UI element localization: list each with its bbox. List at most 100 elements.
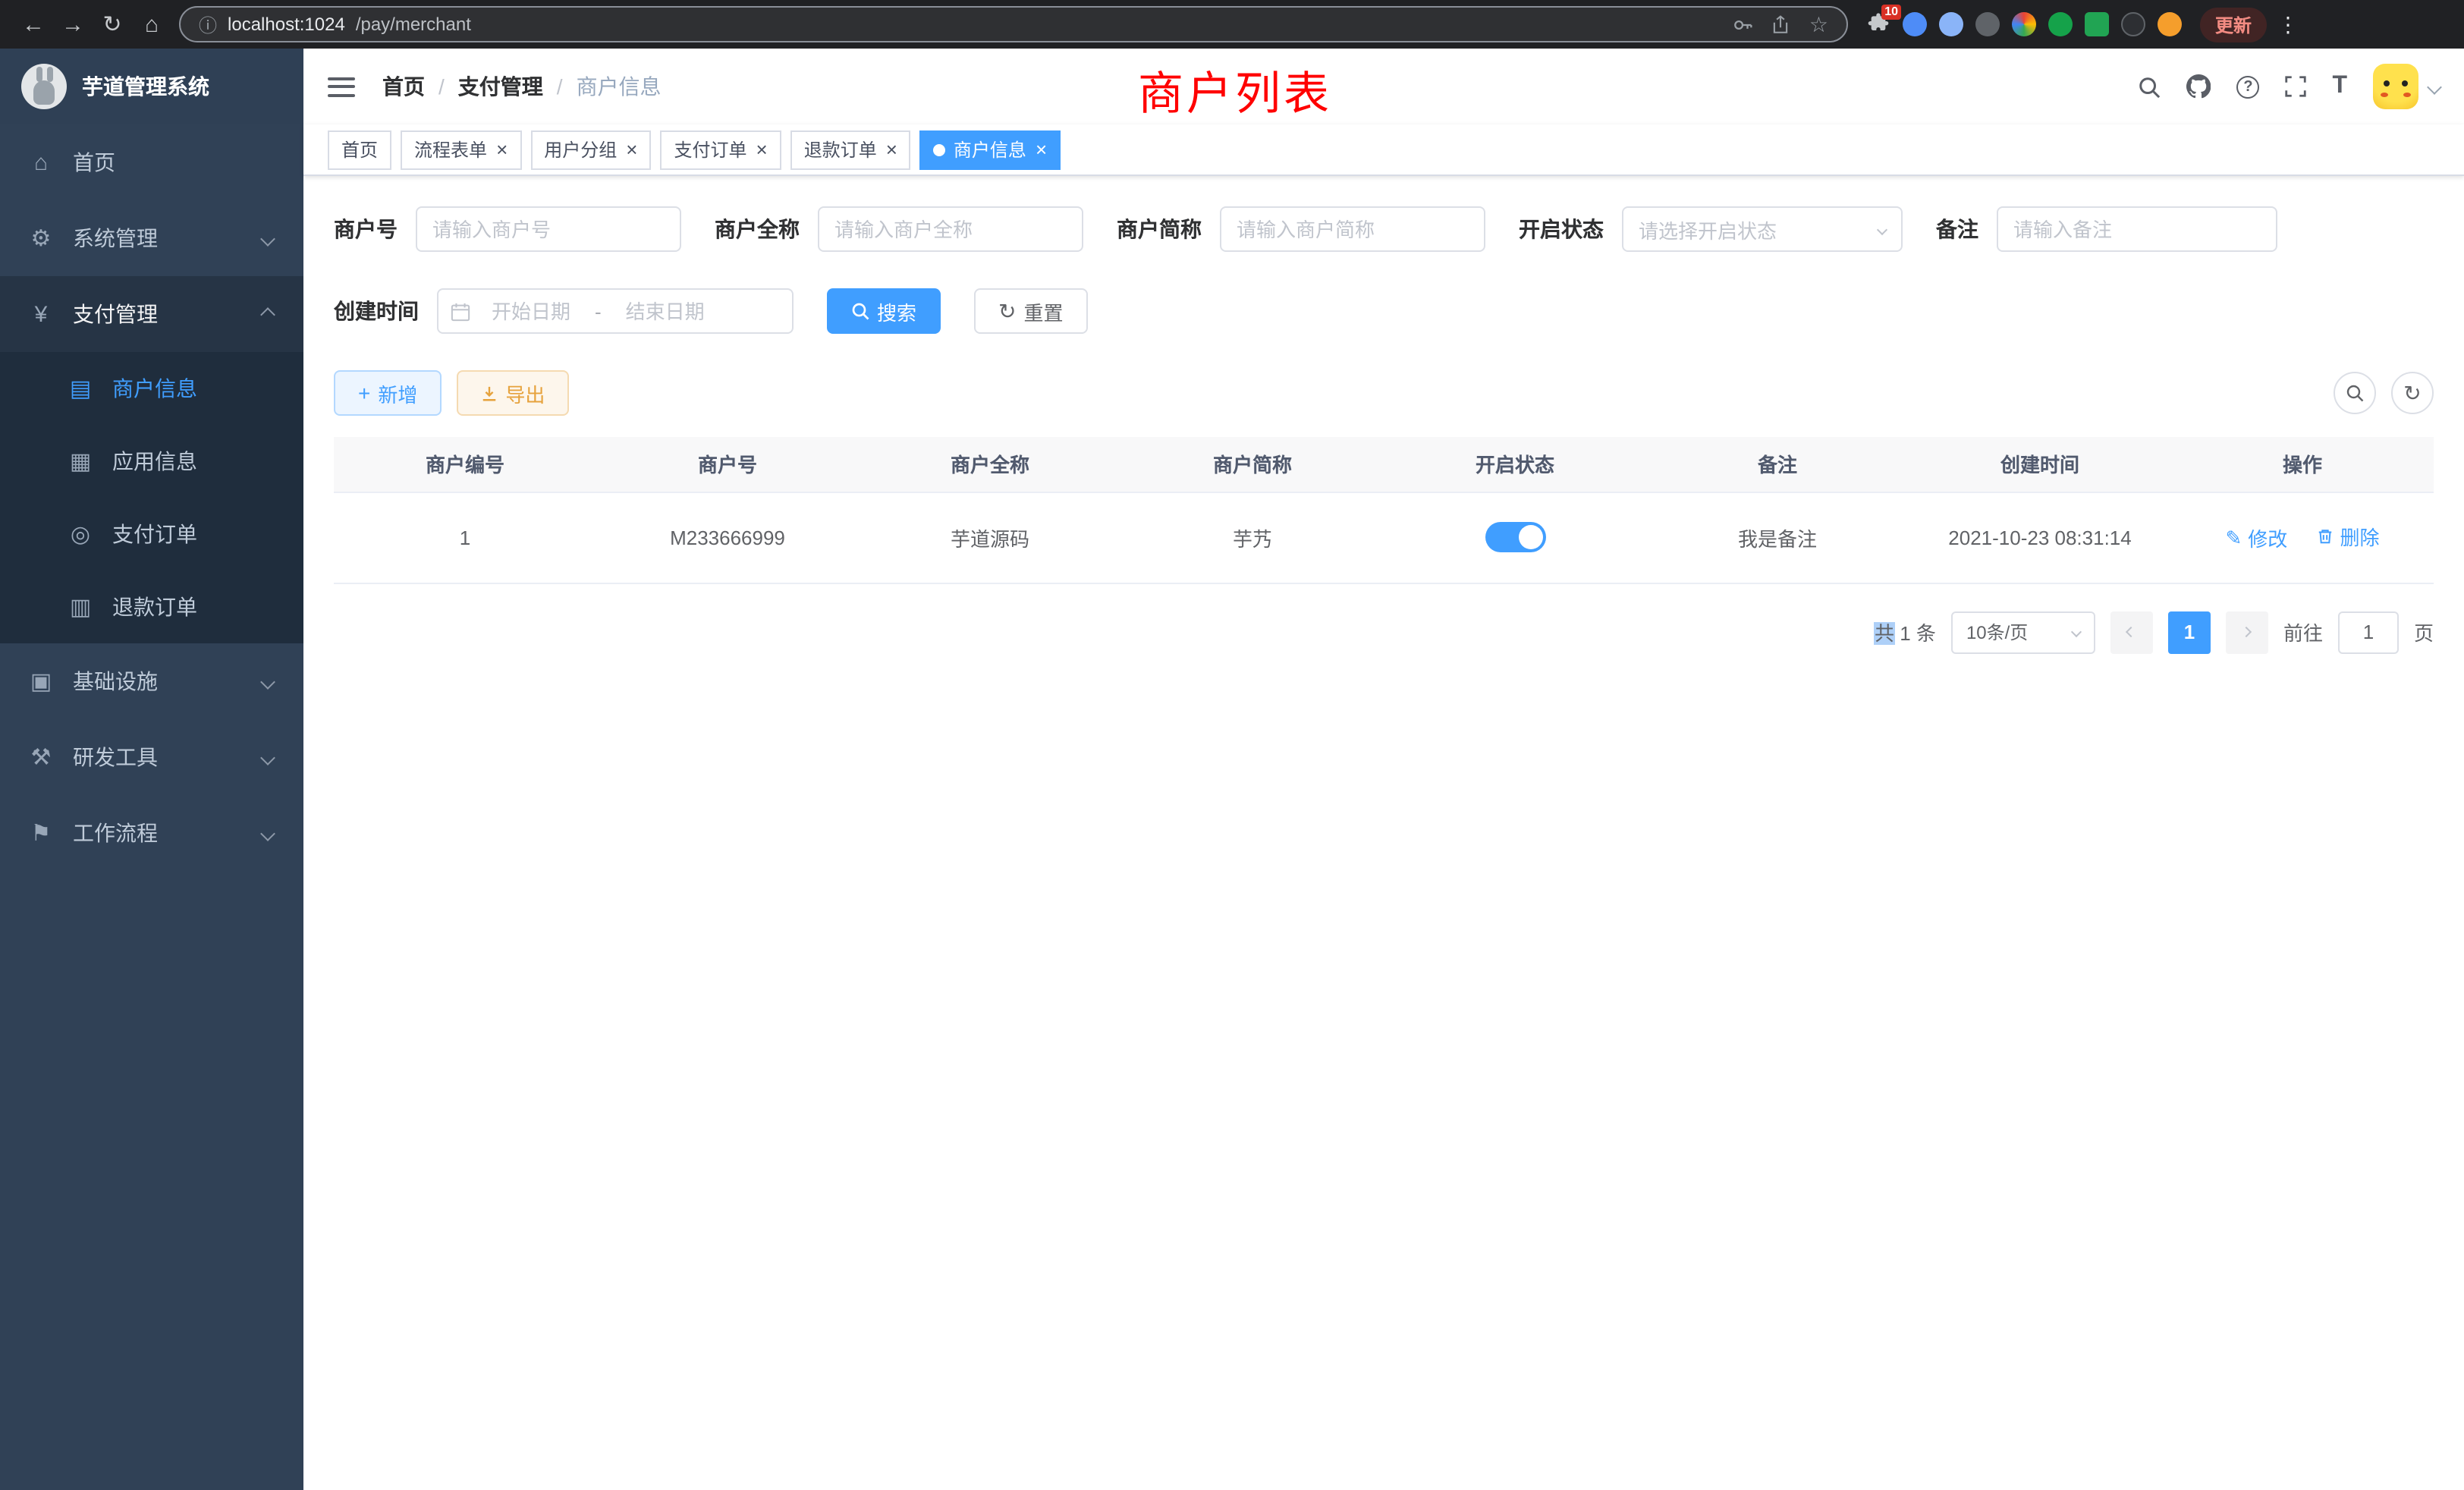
merchant-no-label: 商户号 [334,214,398,244]
help-icon[interactable]: ? [2236,75,2259,98]
forward-icon[interactable]: → [55,6,91,42]
remark-input[interactable] [1997,206,2277,252]
font-size-icon[interactable]: T [2332,73,2347,100]
close-icon[interactable]: × [756,140,768,159]
sidebar-item-infrastructure[interactable]: ▣ 基础设施 [0,643,303,719]
export-button-label: 导出 [505,379,545,407]
github-icon[interactable] [2186,74,2211,99]
tab-user-group[interactable]: 用户分组 × [530,130,651,169]
header-actions: 操作 [2171,437,2434,492]
remark-label: 备注 [1936,214,1978,244]
user-avatar[interactable] [2373,64,2418,109]
fullscreen-icon[interactable] [2285,76,2306,97]
url-host: localhost:1024 [228,14,345,35]
app-logo[interactable]: 芋道管理系统 [0,49,303,124]
close-icon[interactable]: × [626,140,637,159]
sidebar-item-home[interactable]: ⌂ 首页 [0,124,303,200]
add-button[interactable]: + 新增 [334,370,442,416]
start-date-input[interactable] [473,300,589,322]
tab-refund-order[interactable]: 退款订单 × [790,130,911,169]
merchant-name-input[interactable] [818,206,1083,252]
sidebar-item-app-info[interactable]: ▦ 应用信息 [0,425,303,498]
hamburger-icon[interactable] [328,77,355,96]
tab-label: 商户信息 [954,137,1026,162]
share-icon[interactable] [1771,14,1791,34]
header-merchant-no: 商户号 [596,437,859,492]
back-icon[interactable]: ← [15,6,52,42]
browser-update-button[interactable]: 更新 [2200,7,2267,42]
sidebar-item-merchant-info[interactable]: ▤ 商户信息 [0,352,303,425]
browser-menu-icon[interactable]: ⋮ [2270,6,2306,42]
close-icon[interactable]: × [496,140,508,159]
yen-icon: ¥ [27,301,55,327]
search-icon [851,302,869,320]
breadcrumb-payment[interactable]: 支付管理 [458,71,543,102]
sidebar-item-dev-tools[interactable]: ⚒ 研发工具 [0,719,303,795]
refresh-button[interactable]: ↻ [2391,372,2434,414]
export-button[interactable]: 导出 [457,370,569,416]
download-icon [481,385,498,401]
extension-icon-2[interactable] [1939,12,1963,36]
header-remark: 备注 [1646,437,1909,492]
extension-icon-4[interactable] [2012,12,2036,36]
grid-icon: ▦ [67,448,94,475]
reset-button[interactable]: ↻ 重置 [974,288,1088,334]
password-key-icon[interactable] [1733,14,1753,34]
close-icon[interactable]: × [886,140,897,159]
total-count: 共 1 条 [1875,618,1936,646]
breadcrumb-current: 商户信息 [577,71,662,102]
browser-home-icon[interactable]: ⌂ [134,6,170,42]
sidebar-item-payment[interactable]: ¥ 支付管理 [0,276,303,352]
sidebar-item-refund-order[interactable]: ▥ 退款订单 [0,571,303,643]
site-info-icon[interactable]: ⓘ [199,11,217,37]
close-icon[interactable]: × [1036,140,1047,159]
payment-submenu: ▤ 商户信息 ▦ 应用信息 ◎ 支付订单 ▥ 退款订单 [0,352,303,643]
sidebar-item-workflow[interactable]: ⚑ 工作流程 [0,795,303,871]
sidebar-menu: ⌂ 首页 ⚙ 系统管理 ¥ 支付管理 ▤ 商户信息 [0,124,303,871]
tabs-bar: 首页 流程表单 × 用户分组 × 支付订单 × [303,124,2464,176]
merchant-no-input[interactable] [416,206,681,252]
tab-pay-order[interactable]: 支付订单 × [660,130,781,169]
tools-icon: ⚒ [27,743,55,771]
target-icon: ◎ [67,520,94,548]
status-toggle[interactable] [1485,522,1545,552]
end-date-input[interactable] [608,300,723,322]
edit-button[interactable]: ✎ 修改 [2225,524,2287,553]
browser-profile-icon[interactable] [2158,12,2182,36]
goto-page-input[interactable] [2338,611,2399,653]
extensions-puzzle-icon[interactable]: 10 [1866,12,1890,36]
create-time-range-picker[interactable]: - [437,288,794,334]
reload-icon[interactable]: ↻ [94,6,130,42]
status-label: 开启状态 [1519,214,1604,244]
table-header-row: 商户编号 商户号 商户全称 商户简称 开启状态 备注 创建时间 操作 [334,437,2434,492]
extension-icon-3[interactable] [1975,12,2000,36]
sidebar-item-label: 商户信息 [112,373,276,404]
delete-button[interactable]: 删除 [2318,522,2380,551]
flag-icon: ⚑ [27,819,55,847]
page-size-select[interactable]: 10条/页 [1951,611,2095,653]
tab-merchant-info[interactable]: 商户信息 × [920,130,1061,169]
bookmark-star-icon[interactable]: ☆ [1809,11,1828,37]
extension-icon-1[interactable] [1903,12,1927,36]
breadcrumb-home[interactable]: 首页 [382,71,425,102]
status-select[interactable]: 请选择开启状态 [1622,206,1903,252]
search-icon[interactable] [2138,75,2161,98]
navbar-actions: ? T [2138,64,2440,109]
page-1-button[interactable]: 1 [2168,611,2211,653]
tab-label: 退款订单 [804,137,877,162]
address-bar[interactable]: ⓘ localhost:1024 /pay/merchant ☆ [179,6,1848,42]
sidebar-item-label: 首页 [73,147,276,178]
sidebar-item-pay-order[interactable]: ◎ 支付订单 [0,498,303,571]
sidebar-item-system[interactable]: ⚙ 系统管理 [0,200,303,276]
prev-page-button[interactable] [2110,611,2153,653]
next-page-button[interactable] [2226,611,2268,653]
extension-icon-6[interactable] [2085,12,2109,36]
toggle-search-button[interactable] [2334,372,2376,414]
tab-process-form[interactable]: 流程表单 × [401,130,521,169]
search-button[interactable]: 搜索 [827,288,941,334]
user-menu[interactable] [2373,64,2440,109]
extension-icon-5[interactable] [2048,12,2073,36]
extension-icon-7[interactable] [2121,12,2145,36]
merchant-abbr-input[interactable] [1220,206,1485,252]
tab-home[interactable]: 首页 [328,130,391,169]
